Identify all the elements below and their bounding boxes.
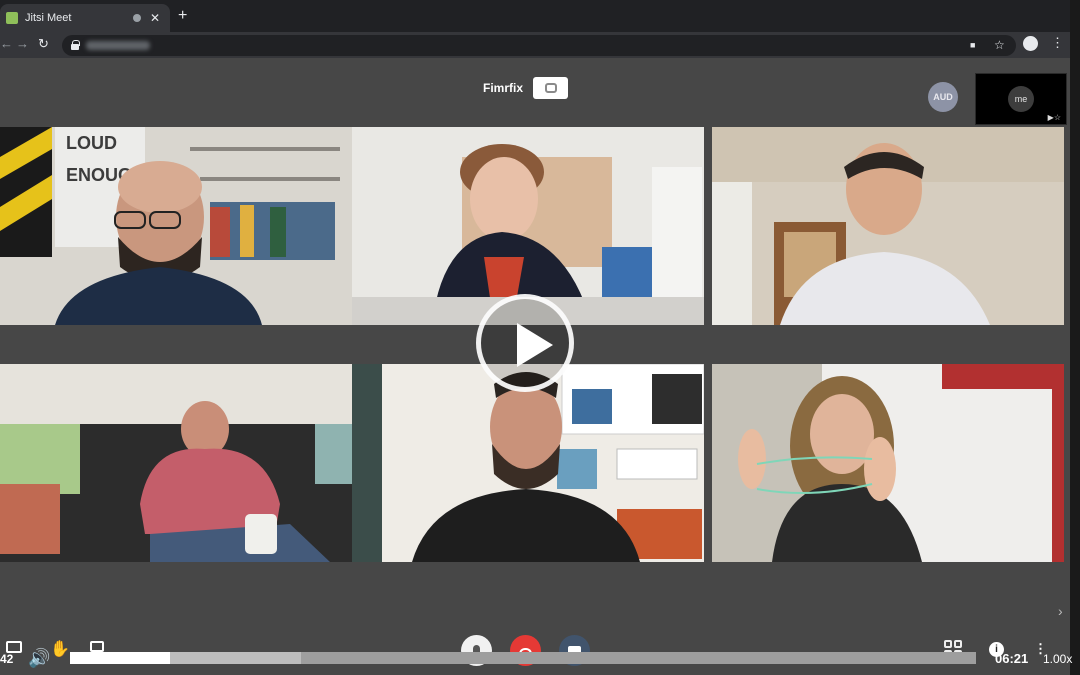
play-icon bbox=[517, 323, 553, 367]
browser-tab[interactable]: Jitsi Meet ✕ bbox=[0, 4, 170, 32]
video-tile-participant-6[interactable] bbox=[712, 364, 1064, 562]
play-button[interactable] bbox=[476, 294, 574, 392]
conference-name: Fimrfix bbox=[483, 81, 524, 95]
browser-menu-icon[interactable]: ⋮ bbox=[1051, 35, 1064, 51]
participant-5-video bbox=[352, 364, 704, 562]
video-player-frame: Jitsi Meet ✕ + ← → ↻ ■ ☆ ⋮ Fimrfix AUD m… bbox=[0, 0, 1080, 675]
recording-dot-icon bbox=[132, 14, 141, 22]
playback-speed[interactable]: 1.00x bbox=[1043, 652, 1072, 666]
new-tab-button[interactable]: + bbox=[178, 7, 187, 25]
participant-avatar[interactable]: AUD bbox=[928, 82, 958, 112]
browser-toolbar: ← → ↻ ■ ☆ bbox=[0, 32, 1080, 58]
self-avatar: me bbox=[1008, 86, 1034, 112]
video-tile-participant-4[interactable] bbox=[0, 364, 352, 562]
recording-icon bbox=[544, 83, 557, 93]
local-video-thumbnail[interactable]: me ▶☆ bbox=[975, 73, 1067, 125]
participant-3-video bbox=[712, 127, 1064, 325]
blurred-url bbox=[86, 41, 150, 50]
participant-6-video bbox=[712, 364, 1064, 562]
browser-tab-bar: Jitsi Meet ✕ + bbox=[0, 0, 1080, 32]
participant-4-video bbox=[0, 364, 352, 562]
screen-share-icon[interactable] bbox=[90, 641, 104, 652]
profile-icon[interactable] bbox=[1023, 36, 1038, 51]
raise-hand-icon[interactable]: ✋ bbox=[50, 639, 70, 659]
video-tile-participant-3[interactable] bbox=[712, 127, 1064, 325]
forward-icon[interactable]: → bbox=[16, 36, 29, 51]
video-tile-participant-1[interactable]: LOUD ENOUGH bbox=[0, 127, 352, 325]
conference-info-button[interactable] bbox=[533, 77, 568, 99]
jitsi-favicon-icon bbox=[6, 12, 18, 24]
self-view-status-icons: ▶☆ bbox=[1047, 113, 1061, 122]
lock-icon[interactable] bbox=[71, 40, 80, 50]
address-bar[interactable]: ■ ☆ bbox=[62, 35, 1016, 56]
participant-1-video: LOUD ENOUGH bbox=[0, 127, 352, 325]
meeting-area: Fimrfix AUD me ▶☆ LOUD ENOUGH › bbox=[0, 58, 1070, 675]
close-tab-icon[interactable]: ✕ bbox=[150, 11, 160, 25]
back-icon[interactable]: ← bbox=[0, 36, 13, 51]
bookmark-star-icon[interactable]: ☆ bbox=[994, 38, 1005, 52]
elapsed-time: 42 bbox=[0, 652, 14, 666]
video-tile-participant-5[interactable] bbox=[352, 364, 704, 562]
next-page-arrow-icon[interactable]: › bbox=[1058, 603, 1063, 619]
duration: 06:21 bbox=[995, 651, 1029, 666]
volume-icon[interactable]: 🔊 bbox=[28, 648, 50, 669]
camera-in-use-icon[interactable]: ■ bbox=[970, 40, 975, 50]
tab-title: Jitsi Meet bbox=[25, 12, 72, 24]
window-edge bbox=[1070, 0, 1080, 675]
wall-text-loud: LOUD bbox=[66, 133, 117, 153]
reload-icon[interactable]: ↻ bbox=[38, 36, 49, 52]
seek-progress[interactable] bbox=[70, 652, 170, 664]
